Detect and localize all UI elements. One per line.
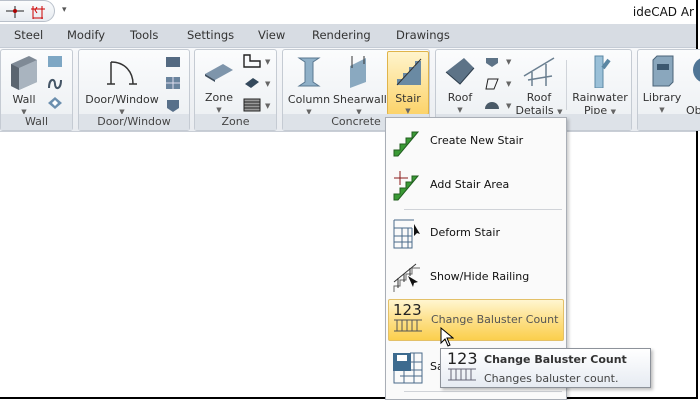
window-grid-icon[interactable] [165, 76, 181, 90]
curve-wall-icon[interactable] [47, 76, 63, 90]
tab-rendering[interactable]: Rendering [312, 28, 371, 42]
door-window-button[interactable]: Door/Window ▼ [83, 58, 161, 119]
roof-details-icon [523, 57, 555, 86]
door-icon [107, 61, 137, 85]
tab-tools[interactable]: Tools [130, 28, 158, 42]
app-window: ▾ ideCAD Ar Steel Modify Tools Settings … [0, 0, 700, 400]
zone-outline-icon[interactable] [243, 54, 261, 68]
library-button[interactable]: Library ▼ [640, 54, 684, 117]
dimension-icon[interactable] [30, 4, 46, 20]
roof-button[interactable]: Roof ▼ [440, 54, 480, 117]
group-label: Door/Window [79, 114, 189, 130]
menu-separator [404, 209, 562, 210]
axis-icon[interactable] [6, 5, 24, 19]
tooltip-title: Change Baluster Count [484, 353, 627, 366]
zone-button[interactable]: Zone ▼ [199, 58, 239, 117]
tab-steel[interactable]: Steel [14, 28, 43, 42]
save-grid-icon [393, 352, 423, 384]
tab-settings[interactable]: Settings [187, 28, 234, 42]
menu-item-create-new-stair[interactable]: Create New Stair [388, 121, 564, 161]
group-library: Library ▼ Ob [637, 49, 700, 131]
group-wall: Wall ▼ Wall [0, 49, 73, 131]
divider [566, 60, 567, 110]
zone-hole-icon[interactable] [243, 76, 261, 90]
wall-opening-icon[interactable] [47, 96, 63, 110]
shearwall-button[interactable]: Shearwall ▼ [333, 54, 387, 119]
zone-icon [205, 64, 233, 82]
group-label: Zone [195, 114, 276, 130]
menu-item-show-hide-railing[interactable]: Show/Hide Railing [388, 257, 564, 297]
railing-icon [393, 263, 420, 292]
stair-button[interactable]: Stair ▼ [387, 51, 429, 115]
object-button[interactable]: Ob [686, 54, 700, 117]
dropdown-arrow[interactable]: ▼ [265, 102, 270, 110]
deform-stair-icon [393, 219, 420, 249]
column-icon [297, 57, 321, 87]
quick-access-toolbar [0, 0, 55, 22]
ribbon-tabs: Steel Modify Tools Settings View Renderi… [0, 24, 696, 48]
stair-icon [396, 58, 422, 86]
wall-icon [11, 56, 37, 90]
dormer-icon[interactable] [484, 56, 500, 68]
tab-modify[interactable]: Modify [67, 28, 105, 42]
tooltip: 123 Change Baluster Count Changes balust… [440, 348, 651, 388]
sphere-icon [693, 58, 700, 82]
roof-window-icon[interactable] [484, 77, 500, 91]
column-button[interactable]: Column ▼ [285, 54, 333, 119]
menu-item-change-baluster-count[interactable]: 123 Change Baluster Count [388, 299, 564, 341]
menu-item-deform-stair[interactable]: Deform Stair [388, 213, 564, 253]
group-zone: Zone ▼ ▼ ▼ ▼ Zone [194, 49, 277, 131]
tab-view[interactable]: View [258, 28, 285, 42]
window-icon[interactable] [165, 56, 181, 68]
wall-corner-icon[interactable] [47, 54, 63, 68]
menu-item-add-stair-area[interactable]: Add Stair Area [388, 165, 564, 205]
dropdown-arrow[interactable]: ▼ [506, 58, 511, 66]
dropdown-arrow[interactable]: ▼ [506, 102, 511, 110]
group-door-window: Door/Window ▼ Door/Window [78, 49, 190, 131]
window-3d-icon[interactable] [165, 98, 181, 112]
group-label: Wall [1, 114, 72, 130]
ribbon: Wall ▼ Wall Door/Window ▼ Door/Window Zone… [0, 48, 700, 132]
title-bar: ▾ ideCAD Ar [0, 0, 696, 24]
mouse-cursor-icon [440, 327, 454, 347]
dropdown-arrow[interactable]: ▼ [506, 80, 511, 88]
baluster-count-icon: 123 [393, 303, 425, 337]
roof-icon [445, 58, 475, 85]
rainwater-pipe-button[interactable]: Rainwater Pipe ▼ [570, 54, 630, 119]
rainwater-pipe-icon [594, 55, 611, 89]
tooltip-description: Changes baluster count. [484, 372, 619, 385]
quick-access-menu-button[interactable]: ▾ [62, 5, 67, 15]
shearwall-icon [350, 56, 366, 88]
dropdown-arrow[interactable]: ▼ [265, 80, 270, 88]
roof-details-button[interactable]: Roof Details ▼ [514, 54, 564, 119]
stair-green-icon [393, 131, 420, 157]
library-icon [652, 55, 674, 87]
dropdown-arrow[interactable]: ▼ [265, 58, 270, 66]
menu-separator [404, 391, 562, 392]
group-label [638, 114, 700, 130]
wall-button[interactable]: Wall ▼ [5, 54, 43, 119]
window-title: ideCAD Ar [632, 5, 694, 19]
stair-add-icon [393, 171, 420, 201]
hatch-icon[interactable] [243, 98, 261, 112]
baluster-count-icon: 123 [447, 351, 478, 384]
dome-icon[interactable] [484, 98, 500, 110]
tab-drawings[interactable]: Drawings [396, 28, 450, 42]
